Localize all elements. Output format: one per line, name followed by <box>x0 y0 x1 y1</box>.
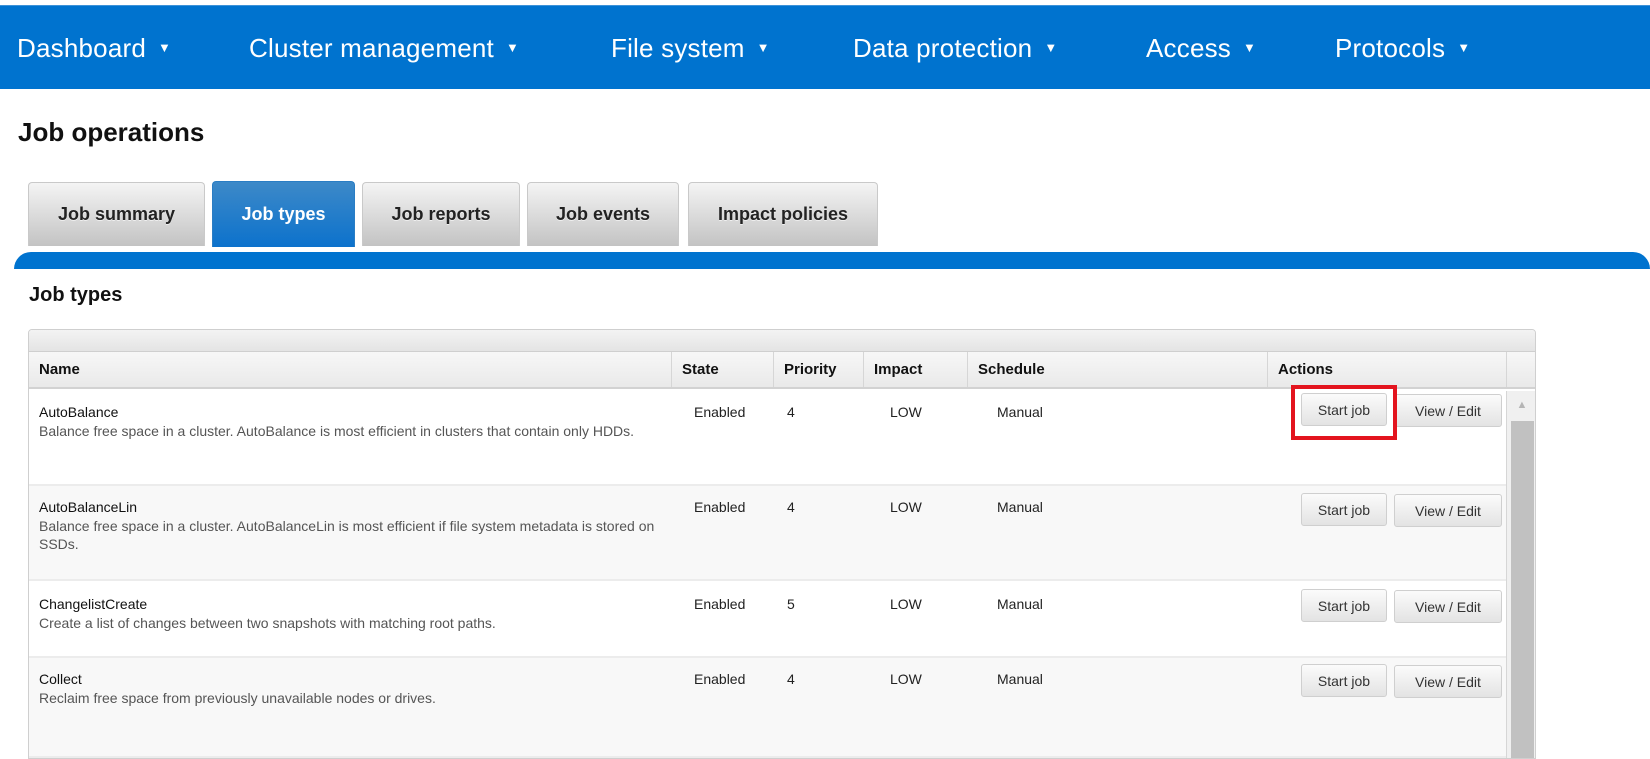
table-row: ChangelistCreate Create a list of change… <box>29 581 1506 658</box>
nav-label: Access <box>1146 32 1232 63</box>
column-label: Impact <box>874 361 923 378</box>
column-label: Name <box>39 361 80 378</box>
nav-cluster-management[interactable]: Cluster management ▼ <box>249 6 519 90</box>
header-scroll-spacer <box>1506 352 1535 387</box>
tab-label: Job events <box>555 204 651 224</box>
table-header: Name State Priority Impact Schedule Acti… <box>29 352 1535 389</box>
nav-dashboard[interactable]: Dashboard ▼ <box>17 6 171 90</box>
tab-label: Job summary <box>57 204 176 224</box>
column-header-actions: Actions <box>1268 352 1506 387</box>
caret-down-icon: ▼ <box>1457 39 1471 55</box>
table-row: Collect Reclaim free space from previous… <box>29 658 1506 758</box>
job-impact: LOW <box>890 499 922 515</box>
job-priority: 4 <box>787 671 795 687</box>
nav-protocols[interactable]: Protocols ▼ <box>1335 6 1470 90</box>
nav-label: Protocols <box>1335 32 1446 63</box>
job-state: Enabled <box>694 404 746 420</box>
tab-impact-policies[interactable]: Impact policies <box>688 182 878 246</box>
job-impact: LOW <box>890 671 922 687</box>
job-description: Create a list of changes between two sna… <box>39 615 496 631</box>
job-name: AutoBalance <box>39 404 119 420</box>
job-impact: LOW <box>890 596 922 612</box>
caret-down-icon: ▼ <box>1243 39 1257 55</box>
scroll-thumb[interactable] <box>1511 421 1534 758</box>
table-row: AutoBalance Balance free space in a clus… <box>29 385 1506 486</box>
table-toolbar <box>29 330 1535 352</box>
tab-label: Job reports <box>391 204 491 224</box>
caret-down-icon: ▼ <box>158 39 172 55</box>
table-body: AutoBalance Balance free space in a clus… <box>29 385 1506 758</box>
job-schedule: Manual <box>997 499 1043 515</box>
tab-label: Impact policies <box>717 204 849 224</box>
tab-job-summary[interactable]: Job summary <box>28 182 205 246</box>
column-label: Priority <box>784 361 837 378</box>
column-header-impact[interactable]: Impact <box>864 352 968 387</box>
nav-file-system[interactable]: File system ▼ <box>611 6 770 90</box>
page-title: Job operations <box>18 117 205 147</box>
start-job-button[interactable]: Start job <box>1301 589 1387 622</box>
job-schedule: Manual <box>997 671 1043 687</box>
start-job-button[interactable]: Start job <box>1301 493 1387 526</box>
job-impact: LOW <box>890 404 922 420</box>
job-priority: 5 <box>787 596 795 612</box>
table-scrollbar[interactable]: ▲ <box>1506 391 1535 758</box>
job-state: Enabled <box>694 499 746 515</box>
job-schedule: Manual <box>997 596 1043 612</box>
nav-label: File system <box>611 32 745 63</box>
job-description: Balance free space in a cluster. AutoBal… <box>39 518 655 552</box>
caret-down-icon: ▼ <box>756 39 770 55</box>
job-description: Balance free space in a cluster. AutoBal… <box>39 423 635 439</box>
column-header-schedule[interactable]: Schedule <box>968 352 1268 387</box>
section-title: Job types <box>29 284 123 306</box>
top-nav: Dashboard ▼ Cluster management ▼ File sy… <box>0 5 1650 89</box>
job-priority: 4 <box>787 499 795 515</box>
column-header-priority[interactable]: Priority <box>774 352 864 387</box>
column-label: Actions <box>1278 361 1334 378</box>
job-types-table: Name State Priority Impact Schedule Acti… <box>28 329 1536 759</box>
job-priority: 4 <box>787 404 795 420</box>
view-edit-button[interactable]: View / Edit <box>1394 394 1502 427</box>
view-edit-button[interactable]: View / Edit <box>1394 590 1502 623</box>
start-job-button[interactable]: Start job <box>1301 664 1387 697</box>
table-row: AutoBalanceLin Balance free space in a c… <box>29 486 1506 581</box>
job-state: Enabled <box>694 671 746 687</box>
column-header-state[interactable]: State <box>672 352 774 387</box>
tab-underline-bar <box>14 252 1650 269</box>
start-job-button[interactable]: Start job <box>1301 393 1387 426</box>
view-edit-button[interactable]: View / Edit <box>1394 494 1502 527</box>
tab-job-types[interactable]: Job types <box>212 181 355 247</box>
column-label: Schedule <box>978 361 1045 378</box>
view-edit-button[interactable]: View / Edit <box>1394 665 1502 698</box>
nav-label: Data protection <box>853 32 1033 63</box>
job-description: Reclaim free space from previously unava… <box>39 690 436 706</box>
column-label: State <box>682 361 719 378</box>
nav-label: Dashboard <box>17 32 146 63</box>
nav-data-protection[interactable]: Data protection ▼ <box>853 6 1057 90</box>
nav-access[interactable]: Access ▼ <box>1146 6 1256 90</box>
tab-label: Job types <box>241 204 326 224</box>
tab-job-events[interactable]: Job events <box>527 182 679 246</box>
caret-down-icon: ▼ <box>505 39 520 55</box>
job-name: ChangelistCreate <box>39 596 148 612</box>
job-state: Enabled <box>694 596 746 612</box>
caret-down-icon: ▼ <box>1044 39 1058 55</box>
scroll-up-arrow-icon[interactable]: ▲ <box>1507 391 1535 419</box>
job-name: AutoBalanceLin <box>39 499 138 515</box>
tab-job-reports[interactable]: Job reports <box>362 182 520 246</box>
job-name: Collect <box>39 671 82 687</box>
nav-label: Cluster management <box>249 32 494 63</box>
job-schedule: Manual <box>997 404 1043 420</box>
column-header-name[interactable]: Name <box>29 352 672 387</box>
